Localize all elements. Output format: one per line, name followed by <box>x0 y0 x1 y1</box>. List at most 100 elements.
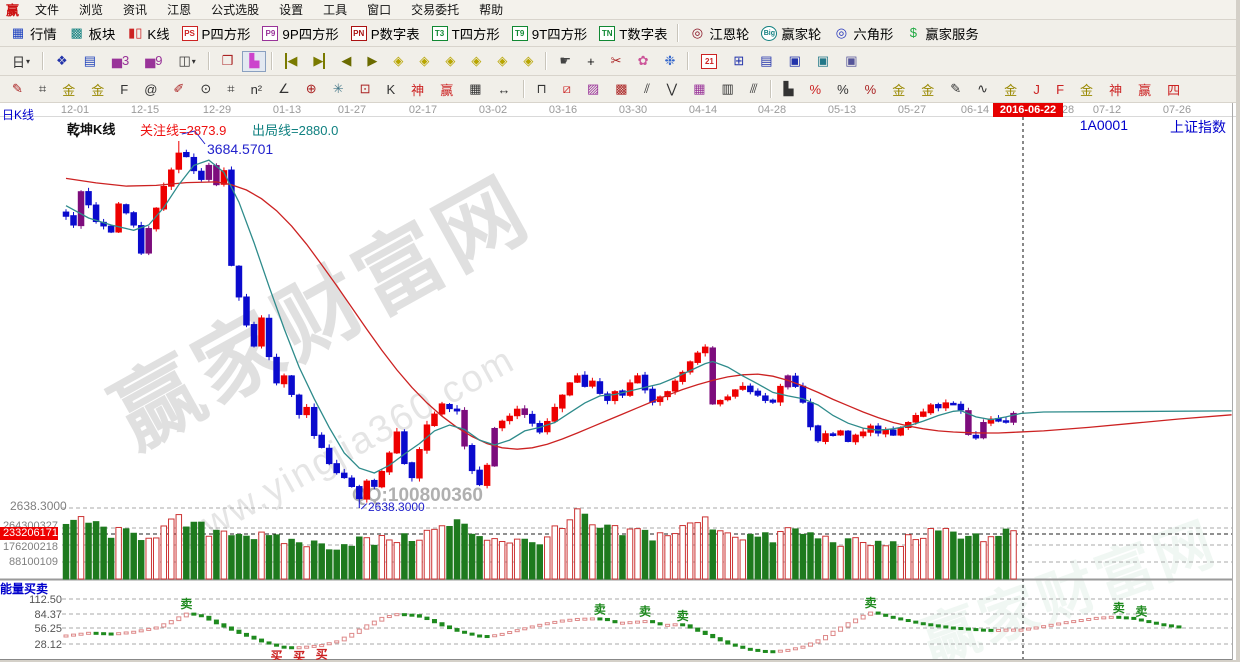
circle-tool-icon[interactable]: ⊙ <box>193 79 218 100</box>
pattern-window-icon[interactable]: ❖ <box>49 51 75 72</box>
width-icon[interactable]: ↔ <box>491 79 518 100</box>
box-target-icon[interactable]: ⊡ <box>353 79 378 100</box>
expand-all-icon[interactable]: ◈ <box>516 51 540 72</box>
pencil-lines-icon[interactable]: ⫽ <box>637 79 658 100</box>
menu-item-file[interactable]: 文件 <box>25 1 69 18</box>
slash-lines-icon[interactable]: ⫻ <box>743 79 765 100</box>
j-angle-icon[interactable]: J <box>1026 79 1047 100</box>
crosshair-icon[interactable]: + <box>580 51 602 72</box>
menu-item-formula-picker[interactable]: 公式选股 <box>201 1 269 18</box>
grid-tool-icon[interactable]: ⌗ <box>220 79 241 100</box>
menu-item-window[interactable]: 窗口 <box>357 1 401 18</box>
expand-horizontal-icon[interactable]: ◈ <box>438 51 462 72</box>
prev-page-icon[interactable]: ◀ <box>334 51 358 72</box>
n2-icon[interactable]: n² <box>244 79 270 100</box>
wave-icon[interactable]: ∿ <box>970 79 995 100</box>
zigzag-icon[interactable]: ⋁ <box>660 79 685 100</box>
grid123-icon[interactable]: ▦ <box>462 79 488 100</box>
gold-grid2-icon[interactable]: 金 <box>84 79 111 100</box>
menu-item-help[interactable]: 帮助 <box>469 1 513 18</box>
info-list-icon[interactable]: ▤ <box>77 51 103 72</box>
first-page-icon[interactable]: ◀ <box>278 51 304 72</box>
kline-type-dropdown-icon[interactable]: ▼ <box>73 131 81 140</box>
percent-strike-icon[interactable]: % <box>803 79 829 100</box>
percent-icon[interactable]: % <box>830 79 856 100</box>
pen-candle-icon[interactable]: ✎ <box>943 79 968 100</box>
compress-horizontal-icon[interactable]: ◈ <box>464 51 488 72</box>
fan-lines-icon[interactable]: ⧄ <box>556 79 578 100</box>
scissors-icon[interactable]: ✂ <box>604 51 629 72</box>
feature-quotes[interactable]: ▦行情 <box>4 21 63 46</box>
box-grid-icon[interactable]: ▩ <box>608 79 634 100</box>
candle-type-button[interactable]: ◫▾ <box>171 51 202 72</box>
shen-grid-icon[interactable]: 神 <box>404 79 431 100</box>
ribbon-icon[interactable]: ✿ <box>631 51 656 72</box>
levels-icon[interactable]: ▙ <box>777 79 801 100</box>
feature-kline[interactable]: ▮▯K线 <box>121 21 175 46</box>
angle-icon[interactable]: ∠ <box>271 79 297 100</box>
spiral-icon[interactable]: @ <box>137 79 164 100</box>
next-page-icon[interactable]: ▶ <box>360 51 384 72</box>
gann-grid-icon[interactable]: ⌗ <box>32 79 53 100</box>
target-icon[interactable]: ⊕ <box>299 79 324 100</box>
f-angle-icon[interactable]: F <box>1049 79 1071 100</box>
notepad-icon[interactable]: ▤ <box>753 51 779 72</box>
pattern-box-icon[interactable]: ❒ <box>215 51 241 72</box>
feature-sectors[interactable]: ▩板块 <box>63 21 122 46</box>
attention-line-label: 关注线=2873.9 <box>140 120 226 139</box>
menu-item-trade-entrust[interactable]: 交易委托 <box>401 1 469 18</box>
feature-p-square[interactable]: PSP四方形 <box>176 21 257 46</box>
four-line-icon[interactable]: 四 <box>1160 79 1187 100</box>
pen-tool-icon[interactable]: ✐ <box>166 79 191 100</box>
win-line-icon[interactable]: 赢 <box>1131 79 1158 100</box>
channel-icon[interactable]: ⊓ <box>530 79 554 100</box>
gold2-angle-icon[interactable]: 金 <box>1073 79 1100 100</box>
save-sync-icon[interactable]: ▣ <box>810 51 836 72</box>
expand-vertical-icon[interactable]: ◈ <box>490 51 514 72</box>
menu-item-news[interactable]: 资讯 <box>113 1 157 18</box>
calculator-icon[interactable]: ⊞ <box>726 51 751 72</box>
feature-9p-square[interactable]: P99P四方形 <box>256 21 344 46</box>
box-lines-icon[interactable]: ▨ <box>580 79 606 100</box>
shen-line-icon[interactable]: 神 <box>1102 79 1129 100</box>
save-export-icon[interactable]: ▣ <box>838 51 864 72</box>
feature-gann-wheel[interactable]: ◎江恩轮 <box>683 21 755 46</box>
feature-t-digit-table[interactable]: TNT数字表 <box>593 21 673 46</box>
menu-item-browse[interactable]: 浏览 <box>69 1 113 18</box>
bars3-icon[interactable]: ▅3 <box>105 51 136 72</box>
highlighted-date-label[interactable]: 2016-06-22 <box>993 103 1063 117</box>
feature-p-digit-table[interactable]: PNP数字表 <box>345 21 426 46</box>
menu-item-settings[interactable]: 设置 <box>269 1 313 18</box>
menu-item-tools[interactable]: 工具 <box>313 1 357 18</box>
calendar-icon[interactable]: 21 <box>694 51 724 72</box>
win-grid-icon[interactable]: 赢 <box>433 79 460 100</box>
gold-grid-icon[interactable]: 金 <box>55 79 82 100</box>
feature-9t-square[interactable]: T99T四方形 <box>506 21 594 46</box>
percent-line-icon[interactable]: % <box>858 79 884 100</box>
color-bars-icon[interactable]: ▙ <box>242 51 266 72</box>
bar-grid-icon[interactable]: ▥ <box>715 79 741 100</box>
pan-hand-icon[interactable]: ☛ <box>552 51 578 72</box>
globe-icon[interactable]: ❉ <box>657 51 682 72</box>
k-mark-icon[interactable]: K <box>380 79 403 100</box>
shift-left-icon[interactable]: ◈ <box>386 51 410 72</box>
star-grid-icon[interactable]: ✳ <box>326 79 351 100</box>
dense-grid-icon[interactable]: ▦ <box>686 79 712 100</box>
save-icon[interactable]: ▣ <box>782 51 808 72</box>
feature-t-square[interactable]: T3T四方形 <box>426 21 506 46</box>
brush-icon[interactable]: ✎ <box>5 79 30 100</box>
bars9-icon[interactable]: ▅9 <box>138 51 169 72</box>
gold-angle-icon[interactable]: 金 <box>997 79 1024 100</box>
f-grid-icon[interactable]: F <box>113 79 135 100</box>
menu-item-gann[interactable]: 江恩 <box>157 1 201 18</box>
shift-right-icon[interactable]: ◈ <box>412 51 436 72</box>
period-label[interactable]: 日K线 <box>2 106 34 123</box>
last-page-icon[interactable]: ▶ <box>306 51 332 72</box>
kline-period-button[interactable]: 日▾ <box>5 51 37 72</box>
chart-area[interactable]: 赢家财富网www.yingjia360.com赢家财富网QQ:100800360… <box>0 103 1240 662</box>
feature-winner-wheel[interactable]: Big赢家轮 <box>755 21 827 46</box>
feature-hexagon[interactable]: ◎六角形 <box>827 21 899 46</box>
gold-line-icon[interactable]: 金 <box>914 79 941 100</box>
feature-winner-service[interactable]: $赢家服务 <box>899 21 984 46</box>
gold-circle-icon[interactable]: 金 <box>885 79 912 100</box>
